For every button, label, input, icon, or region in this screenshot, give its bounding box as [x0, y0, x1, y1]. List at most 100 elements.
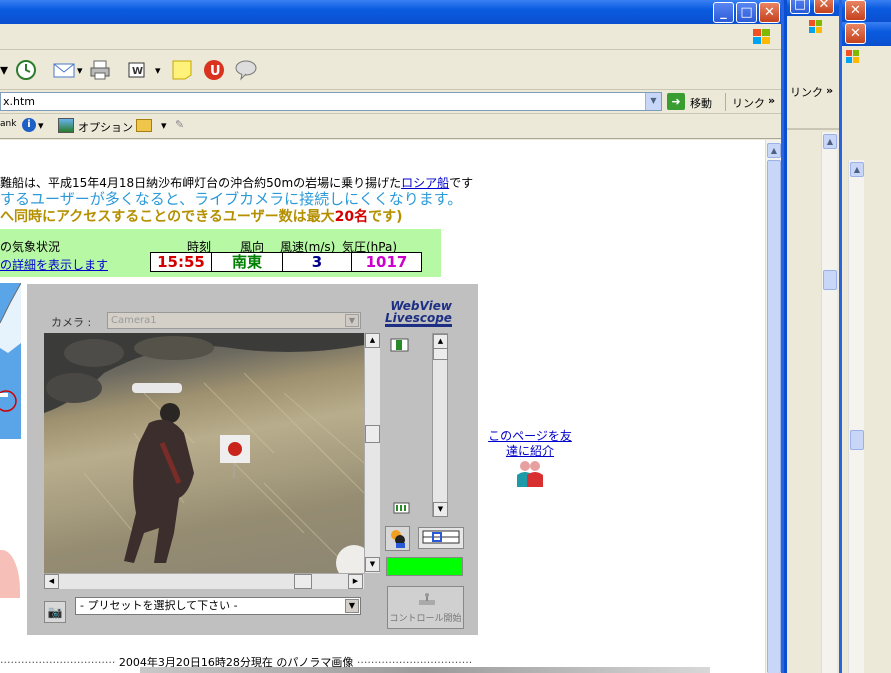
camera-select-value: Camera1 [111, 315, 157, 326]
backlight-icon[interactable] [385, 526, 410, 551]
close-button-2[interactable]: ✕ [845, 23, 866, 44]
close-button[interactable]: ✕ [814, 0, 834, 14]
scroll-thumb[interactable] [767, 160, 781, 673]
map-image[interactable] [0, 283, 21, 439]
address-bar: x.htm ▼ ➜ 移動 リンク » [0, 90, 781, 114]
scroll-thumb[interactable] [823, 270, 837, 290]
minimize-button[interactable]: _ [713, 2, 734, 23]
connection-status-bar [386, 557, 463, 576]
address-input[interactable]: x.htm ▼ [0, 92, 662, 111]
zoom-tele-icon[interactable] [390, 337, 410, 353]
background-window-2[interactable]: □ ✕ リンク » ▲ [784, 0, 842, 673]
zoom-slider[interactable]: ▲ ▼ [432, 333, 448, 517]
panorama-icon[interactable] [418, 527, 464, 549]
maximize-button[interactable]: □ [736, 2, 757, 23]
highlighter-icon[interactable]: ✎ [175, 118, 184, 131]
camera-tilt-scrollbar[interactable]: ▲ ▼ [364, 333, 380, 573]
address-text: x.htm [3, 95, 36, 108]
preset-select-value: - プリセットを選択して下さい - [80, 599, 238, 612]
chevron-down-icon[interactable]: ▼ [345, 314, 359, 327]
weather-panel: の気象状況 時刻 風向 風速(m/s) 気圧(hPa) の詳細を表示します 15… [0, 229, 441, 277]
standard-toolbar: ▾ ▾ W ▾ U [0, 50, 781, 90]
discuss-icon[interactable] [234, 58, 258, 82]
control-start-label: コントロール開始 [389, 614, 462, 624]
windows-logo-icon [846, 50, 860, 64]
history-icon[interactable] [14, 58, 38, 82]
camera-select[interactable]: Camera1 ▼ [107, 312, 361, 329]
links-label[interactable]: リンク [732, 95, 765, 111]
preset-select[interactable]: - プリセットを選択して下さい - ▼ [75, 597, 361, 615]
scroll-up-arrow[interactable]: ▲ [767, 143, 781, 158]
logo-line-2: Livescope [385, 311, 452, 327]
max-users-value: 20名 [334, 209, 369, 225]
menu-bar [0, 24, 781, 50]
time-value: 15:55 [150, 252, 212, 272]
vertical-scrollbar[interactable]: ▲ [821, 132, 837, 673]
chevron-icon[interactable]: » [768, 94, 775, 107]
notice-line-3-prefix: へ同時にアクセスすることのできるユーザー数は最大 [0, 209, 335, 225]
scroll-thumb[interactable] [850, 430, 864, 450]
people-icon[interactable] [515, 459, 545, 489]
share-page-link[interactable]: このページを友達に紹介 [483, 429, 577, 459]
options-button[interactable]: オプション [78, 119, 133, 135]
wind-speed-value: 3 [282, 252, 352, 272]
zoom-up-arrow[interactable]: ▲ [433, 334, 448, 349]
dotted-rule-left: ································· [0, 656, 116, 669]
close-button[interactable]: ✕ [759, 2, 780, 23]
map-fragment [0, 550, 20, 598]
mail-icon[interactable] [52, 58, 76, 82]
folder-dropdown-icon[interactable]: ▾ [161, 119, 167, 132]
live-camera-panel: カメラ : Camera1 ▼ WebView Livescope ▲ ▼ ◀ … [27, 284, 478, 635]
mail-dropdown-icon[interactable]: ▾ [77, 64, 83, 77]
pan-right-arrow[interactable]: ▶ [348, 574, 363, 589]
toolbar-divider [787, 128, 839, 130]
maximize-button[interactable]: □ [790, 0, 810, 14]
scroll-up-arrow[interactable]: ▲ [850, 162, 864, 177]
info-icon[interactable]: i [22, 118, 36, 132]
zoom-thumb[interactable] [433, 348, 448, 360]
browser-window[interactable]: _ □ ✕ ▾ ▾ W ▾ U x.htm ▼ ➜ 移動 リンク » ank i… [0, 0, 784, 673]
go-button[interactable]: 移動 [690, 95, 712, 111]
address-dropdown-icon[interactable]: ▼ [645, 93, 661, 110]
camera-label: カメラ : [51, 316, 92, 329]
pan-thumb[interactable] [294, 574, 312, 589]
toolbar-divider [725, 93, 726, 111]
vertical-scrollbar[interactable]: ▲ [848, 160, 864, 673]
chevron-down-icon[interactable]: ▼ [345, 599, 359, 613]
links-toolbar: ank i ▾ オプション ▾ ✎ [0, 114, 781, 139]
pan-left-arrow[interactable]: ◀ [44, 574, 59, 589]
messenger-icon[interactable]: U [202, 58, 226, 82]
camera-pan-scrollbar[interactable]: ◀ ▶ [44, 573, 364, 589]
chevron-icon[interactable]: » [826, 84, 833, 97]
info-dropdown-icon[interactable]: ▾ [38, 119, 44, 132]
weather-title: の気象状況 [0, 240, 61, 254]
vertical-scrollbar[interactable]: ▲ [765, 140, 781, 673]
page-content: 難船は、平成15年4月18日納沙布岬灯台の沖合約50mの岩場に乗り揚げたロシア船… [0, 140, 765, 673]
close-button[interactable]: ✕ [845, 0, 866, 21]
tilt-thumb[interactable] [365, 425, 380, 443]
note-icon[interactable] [170, 58, 194, 82]
windows-logo-icon [752, 28, 772, 46]
weather-detail-link[interactable]: の詳細を表示します [0, 256, 108, 273]
tilt-down-arrow[interactable]: ▼ [365, 557, 380, 572]
print-icon[interactable] [88, 58, 112, 82]
control-start-button[interactable]: コントロール開始 [387, 586, 464, 629]
tilt-up-arrow[interactable]: ▲ [365, 333, 380, 348]
zoom-down-arrow[interactable]: ▼ [433, 502, 448, 517]
edit-icon[interactable]: W [125, 58, 149, 82]
links-label[interactable]: リンク [790, 84, 823, 100]
background-window-3[interactable]: ✕ ✕ ▲ [838, 0, 891, 673]
windows-logo-icon [809, 20, 823, 34]
go-arrow-icon[interactable]: ➜ [667, 93, 685, 110]
scroll-up-arrow[interactable]: ▲ [823, 134, 837, 149]
wind-direction-value: 南東 [211, 252, 283, 272]
zoom-wide-icon[interactable] [393, 502, 411, 514]
live-camera-image[interactable] [44, 333, 364, 573]
dropdown-arrow-icon[interactable]: ▾ [0, 58, 8, 82]
rank-label[interactable]: ank [0, 119, 16, 129]
picture-icon[interactable] [58, 118, 74, 133]
edit-dropdown-icon[interactable]: ▾ [155, 64, 161, 77]
window-titlebar[interactable] [0, 0, 781, 24]
camera-snapshot-icon[interactable]: 📷 [44, 601, 66, 623]
folder-icon[interactable] [136, 119, 152, 132]
